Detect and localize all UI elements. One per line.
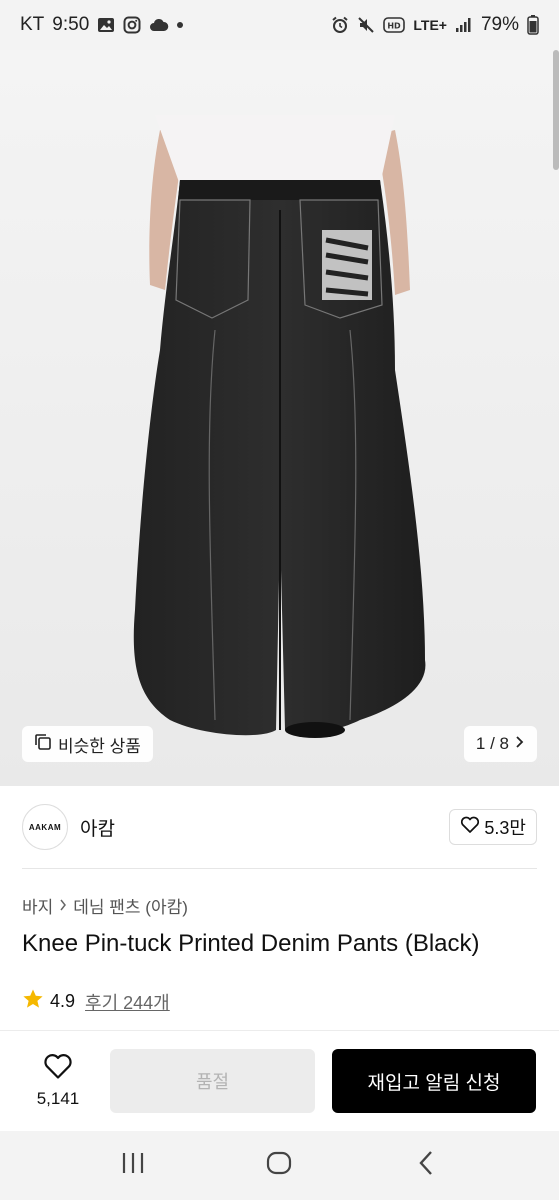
hd-icon: HD — [383, 16, 406, 34]
status-bar: KT 9:50 HD LTE+ 79% — [0, 0, 559, 50]
similar-icon — [34, 733, 52, 756]
brand-row: AAKAM 아캄 5.3만 — [22, 800, 537, 854]
battery-percent: 79% — [480, 14, 519, 35]
restock-alert-button[interactable]: 재입고 알림 신청 — [332, 1049, 536, 1113]
wishlist-button[interactable]: 5,141 — [22, 1051, 94, 1111]
carrier-label: KT — [20, 14, 45, 35]
scroll-indicator[interactable] — [553, 50, 559, 170]
network-type: LTE+ — [413, 17, 447, 33]
chevron-right-icon — [59, 896, 67, 916]
heart-icon — [43, 1053, 73, 1085]
soldout-button: 품절 — [110, 1049, 315, 1113]
instagram-icon — [123, 16, 141, 34]
image-page-indicator[interactable]: 1 / 8 — [463, 726, 537, 762]
battery-icon — [527, 15, 539, 35]
breadcrumb-category[interactable]: 바지 — [22, 893, 53, 918]
rating-score: 4.9 — [50, 991, 76, 1011]
cloud-icon — [149, 16, 169, 34]
breadcrumb-subcategory[interactable]: 데님 팬츠 (아캄) — [73, 893, 188, 918]
notification-dot-icon — [177, 22, 184, 28]
product-photo — [133, 115, 426, 738]
mute-icon — [357, 16, 375, 34]
home-button[interactable] — [249, 1141, 309, 1191]
product-title: Knee Pin-tuck Printed Denim Pants (Black… — [22, 930, 480, 957]
image-icon — [97, 16, 115, 34]
home-icon — [266, 1150, 292, 1181]
similar-products-label: 비슷한 상품 — [58, 736, 141, 756]
product-image-carousel[interactable]: 비슷한 상품 1 / 8 — [0, 50, 559, 786]
wishlist-count: 5,141 — [36, 1089, 80, 1108]
heart-icon — [460, 816, 480, 839]
star-icon — [22, 988, 44, 1015]
chevron-right-icon — [515, 734, 525, 754]
brand-like-count: 5.3만 — [484, 818, 526, 838]
signal-icon — [455, 16, 473, 34]
bottom-action-bar: 5,141 품절 재입고 알림 신청 — [0, 1031, 559, 1131]
similar-products-button[interactable]: 비슷한 상품 — [22, 726, 153, 762]
brand-like-button[interactable]: 5.3만 — [449, 809, 537, 845]
review-count-link[interactable]: 후기 244개 — [85, 989, 170, 1015]
rating-row: 4.9 후기 244개 — [22, 988, 170, 1015]
brand-logo: AAKAM — [22, 804, 68, 850]
page-count-label: 1 / 8 — [475, 734, 509, 753]
brand-name: 아캄 — [80, 818, 115, 840]
svg-text:HD: HD — [388, 22, 402, 31]
divider — [22, 868, 537, 869]
back-icon — [417, 1150, 435, 1181]
back-button[interactable] — [396, 1141, 456, 1191]
clock: 9:50 — [52, 14, 90, 35]
status-left: KT 9:50 — [20, 14, 184, 36]
brand-link[interactable]: AAKAM 아캄 — [22, 804, 115, 850]
alarm-icon — [331, 16, 349, 34]
recents-icon — [120, 1151, 146, 1180]
status-right: HD LTE+ 79% — [331, 14, 539, 36]
system-navigation-bar — [0, 1131, 559, 1200]
breadcrumb: 바지 데님 팬츠 (아캄) — [22, 893, 188, 918]
recents-button[interactable] — [103, 1141, 163, 1191]
